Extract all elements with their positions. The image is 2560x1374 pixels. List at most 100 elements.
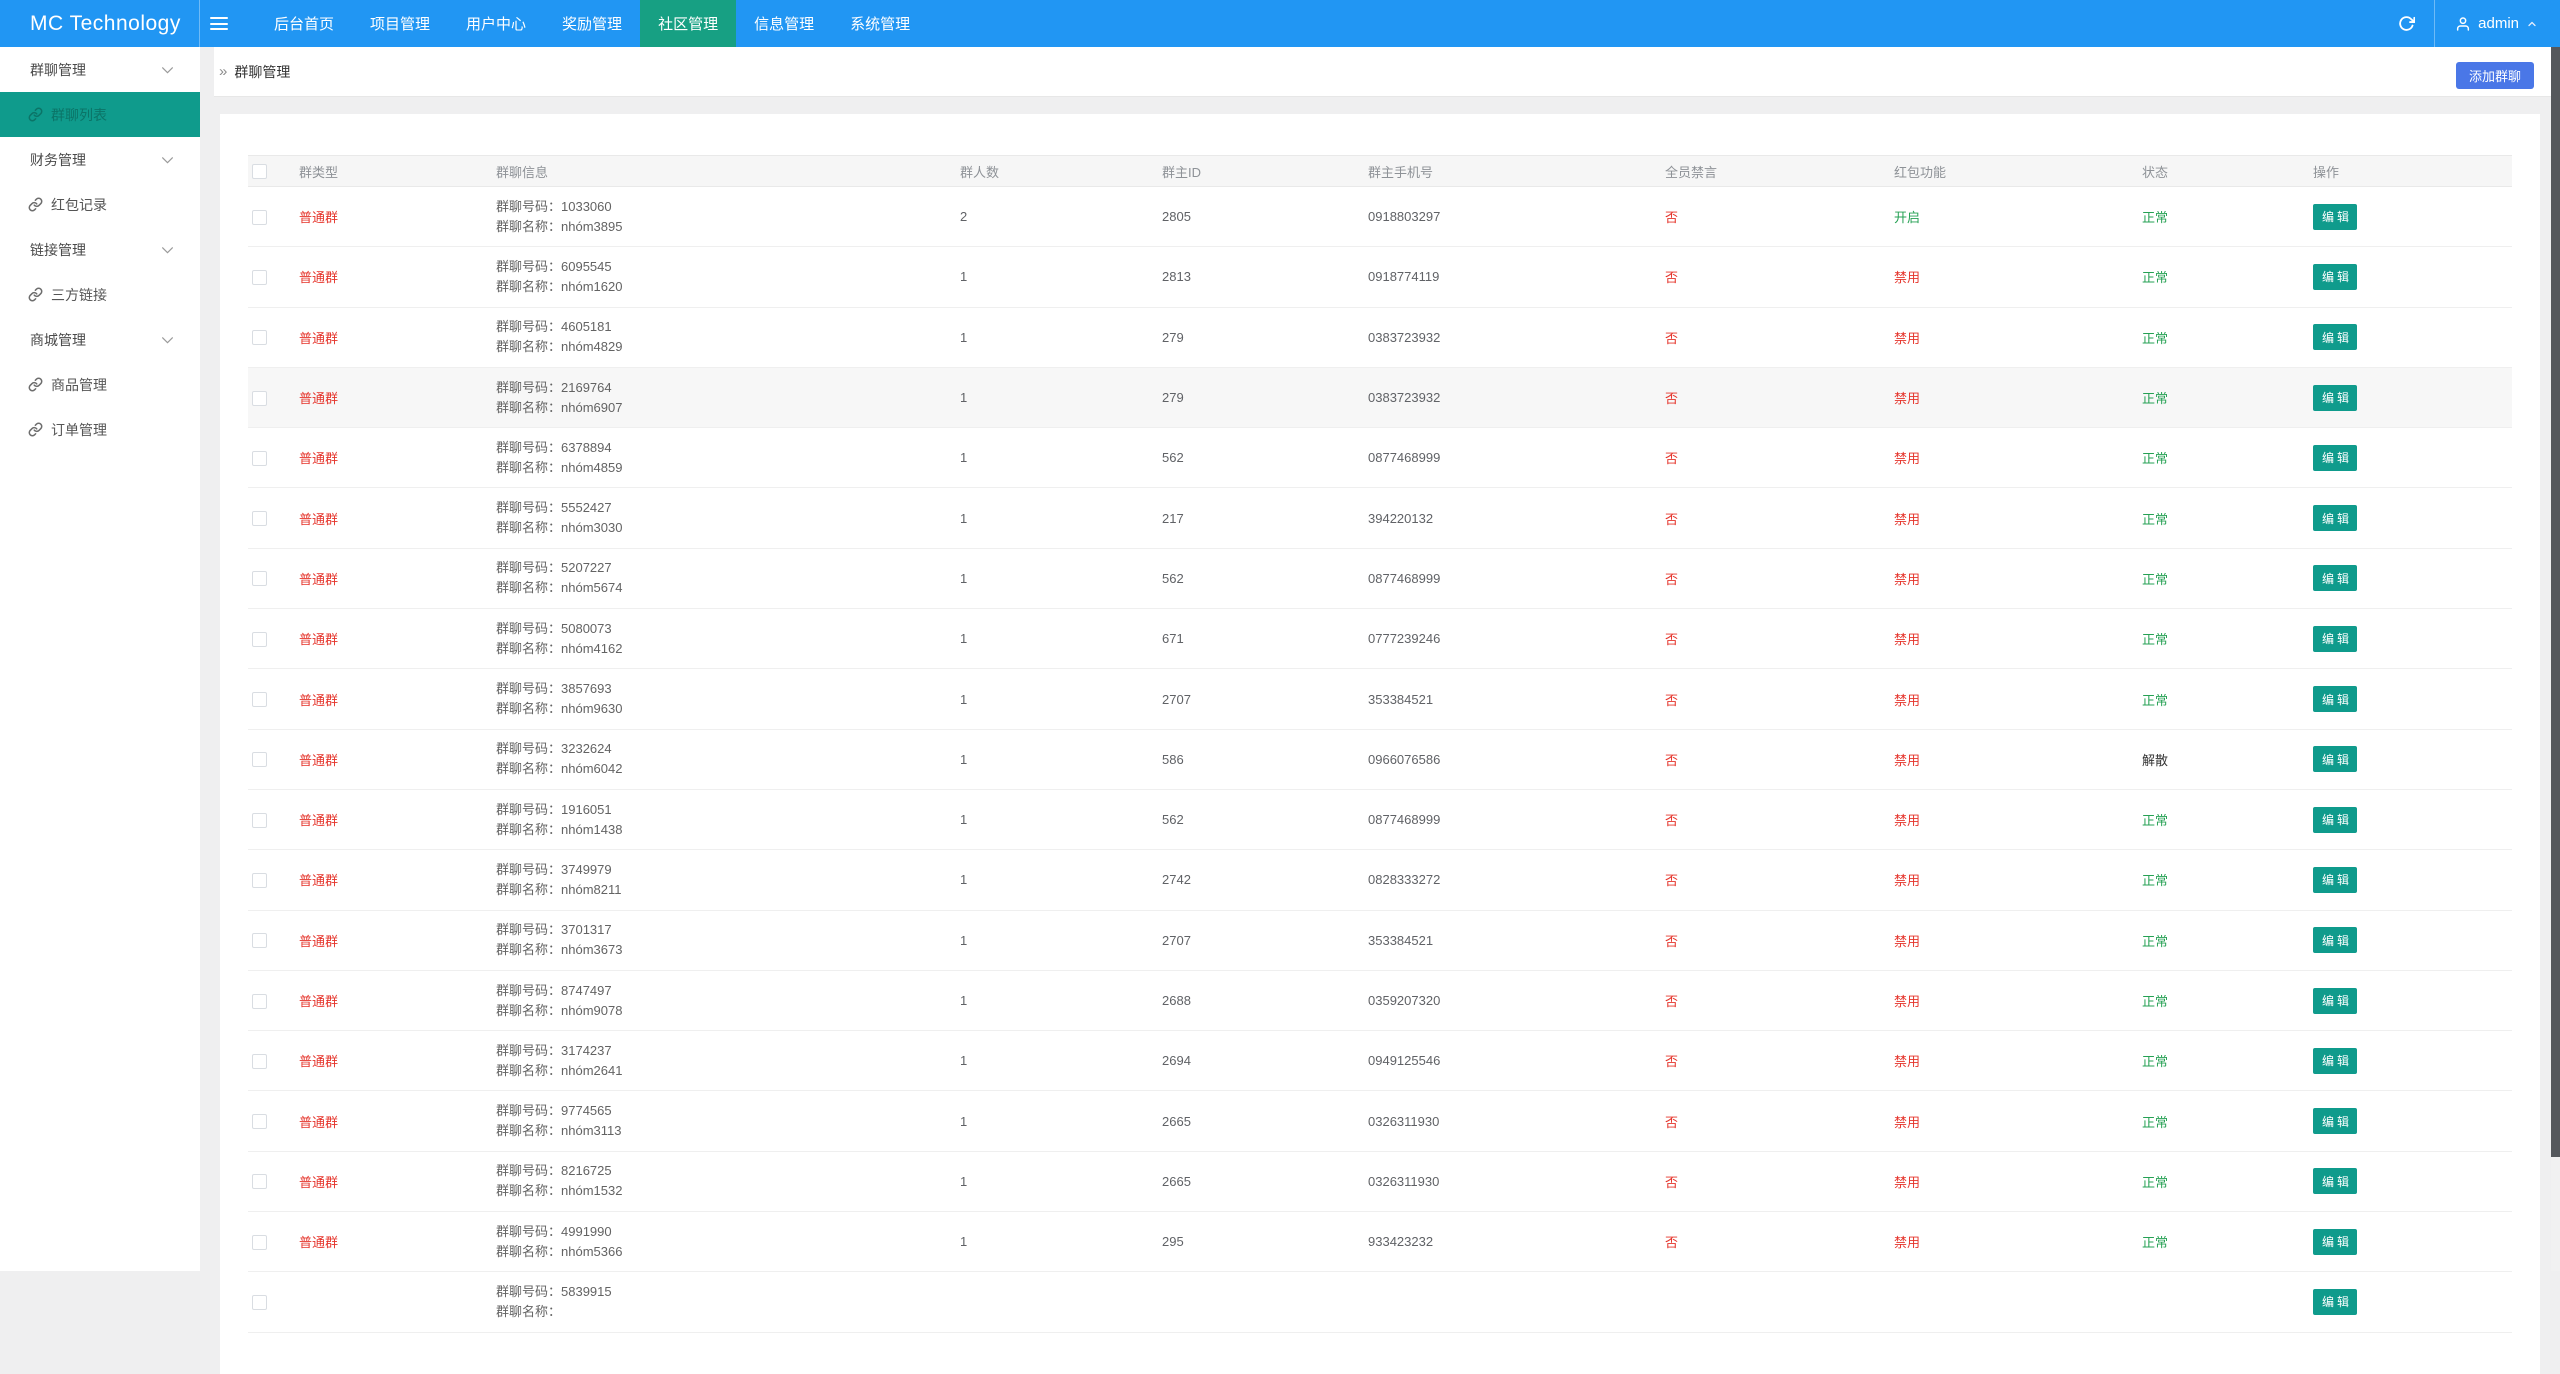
- nav-item-user-center[interactable]: 用户中心: [448, 0, 544, 47]
- sidebar-item-chat-list[interactable]: 群聊列表: [0, 92, 200, 137]
- mute-status: 否: [1665, 692, 1679, 708]
- edit-button[interactable]: 编辑: [2313, 686, 2357, 713]
- group-name: nhóm4162: [561, 640, 623, 656]
- sidebar-item-product-mgmt[interactable]: 商品管理: [0, 362, 200, 407]
- group-type: 普通群: [299, 330, 339, 346]
- edit-button[interactable]: 编辑: [2313, 987, 2357, 1014]
- nav-item-system[interactable]: 系统管理: [832, 0, 928, 47]
- sidebar-group-links[interactable]: 链接管理: [0, 227, 200, 272]
- sidebar-group-chat-mgmt[interactable]: 群聊管理: [0, 47, 200, 92]
- user-menu[interactable]: admin: [2435, 0, 2560, 47]
- row-checkbox[interactable]: [252, 812, 267, 828]
- member-count: 1: [960, 1113, 968, 1129]
- group-info: 群聊号码：3232624 群聊名称：nhóm6042: [496, 739, 960, 779]
- owner-id: 217: [1162, 510, 1184, 526]
- member-count: 1: [960, 812, 968, 828]
- sidebar-group-finance[interactable]: 财务管理: [0, 137, 200, 182]
- owner-phone: 0383723932: [1368, 329, 1441, 345]
- edit-button[interactable]: 编辑: [2313, 1108, 2357, 1135]
- row-checkbox[interactable]: [252, 1295, 267, 1311]
- group-info: 群聊号码：8747497 群聊名称：nhóm9078: [496, 981, 960, 1021]
- edit-button[interactable]: 编辑: [2313, 565, 2357, 592]
- row-checkbox[interactable]: [252, 631, 267, 647]
- edit-button[interactable]: 编辑: [2313, 384, 2357, 411]
- edit-button[interactable]: 编辑: [2313, 866, 2357, 893]
- link-icon: [28, 377, 43, 392]
- row-checkbox[interactable]: [252, 209, 267, 225]
- group-name: nhóm8211: [561, 881, 622, 897]
- group-number: 3232624: [561, 741, 612, 757]
- row-checkbox[interactable]: [252, 692, 267, 708]
- owner-phone: 0966076586: [1368, 751, 1441, 767]
- edit-button[interactable]: 编辑: [2313, 263, 2357, 290]
- sidebar-item-order-mgmt[interactable]: 订单管理: [0, 407, 200, 452]
- row-checkbox[interactable]: [252, 933, 267, 949]
- edit-button[interactable]: 编辑: [2313, 806, 2357, 833]
- sidebar-group-mall[interactable]: 商城管理: [0, 317, 200, 362]
- member-count: 1: [960, 1234, 968, 1250]
- edit-button[interactable]: 编辑: [2313, 1288, 2357, 1315]
- group-name-line: 群聊名称：nhóm3113: [496, 1123, 622, 1139]
- nav-item-dashboard[interactable]: 后台首页: [256, 0, 352, 47]
- row-checkbox[interactable]: [252, 511, 267, 527]
- row-checkbox[interactable]: [252, 993, 267, 1009]
- refresh-button[interactable]: [2378, 0, 2436, 47]
- nav-item-projects[interactable]: 项目管理: [352, 0, 448, 47]
- sidebar-item-redpacket-records[interactable]: 红包记录: [0, 182, 200, 227]
- owner-id: 2665: [1162, 1173, 1191, 1189]
- select-all-checkbox[interactable]: [252, 164, 267, 180]
- row-checkbox[interactable]: [252, 1053, 267, 1069]
- mute-status: 否: [1665, 1235, 1679, 1251]
- mute-status: 否: [1665, 933, 1679, 949]
- edit-button[interactable]: 编辑: [2313, 1228, 2357, 1255]
- owner-phone: 0828333272: [1368, 872, 1441, 888]
- redpacket-status: 禁用: [1894, 391, 1921, 407]
- edit-button[interactable]: 编辑: [2313, 1047, 2357, 1074]
- group-number-line: 群聊号码：8747497: [496, 982, 612, 998]
- vertical-scrollbar-thumb[interactable]: [2551, 47, 2560, 1157]
- group-number-line: 群聊号码：9774565: [496, 1103, 612, 1119]
- edit-button[interactable]: 编辑: [2313, 927, 2357, 954]
- edit-button[interactable]: 编辑: [2313, 746, 2357, 773]
- table-row: 普通群 群聊号码：5080073 群聊名称：nhóm4162 1 671 077…: [248, 609, 2512, 670]
- row-checkbox[interactable]: [252, 450, 267, 466]
- group-name: nhóm6907: [561, 399, 623, 415]
- table-row: 普通群 群聊号码：3232624 群聊名称：nhóm6042 1 586 096…: [248, 729, 2512, 790]
- group-number-line: 群聊号码：3701317: [496, 922, 612, 938]
- hamburger-menu-button[interactable]: [200, 0, 238, 47]
- redpacket-status: 禁用: [1894, 692, 1921, 708]
- edit-button[interactable]: 编辑: [2313, 1168, 2357, 1195]
- nav-item-information[interactable]: 信息管理: [736, 0, 832, 47]
- mute-status: 否: [1665, 1114, 1679, 1130]
- row-checkbox[interactable]: [252, 1234, 267, 1250]
- sidebar-item-thirdparty-links[interactable]: 三方链接: [0, 272, 200, 317]
- group-status: 正常: [2142, 270, 2169, 286]
- edit-button[interactable]: 编辑: [2313, 444, 2357, 471]
- sidebar: 群聊管理 群聊列表 财务管理 红包记录 链接管理 三方链接 商城管理 商品管理 …: [0, 47, 200, 1271]
- owner-id: 279: [1162, 390, 1184, 406]
- nav-item-community[interactable]: 社区管理: [640, 0, 737, 47]
- group-number-line: 群聊号码：1916051: [496, 801, 612, 817]
- group-name: nhóm3895: [561, 218, 623, 234]
- row-checkbox[interactable]: [252, 1114, 267, 1130]
- group-number: 9774565: [561, 1103, 612, 1119]
- row-checkbox[interactable]: [252, 390, 267, 406]
- owner-phone: 0918803297: [1368, 209, 1441, 225]
- col-header-mute: 全员禁言: [1665, 164, 1718, 180]
- group-number: 1916051: [561, 801, 612, 817]
- edit-button[interactable]: 编辑: [2313, 203, 2357, 230]
- edit-button[interactable]: 编辑: [2313, 324, 2357, 351]
- owner-id: 2742: [1162, 872, 1191, 888]
- row-checkbox[interactable]: [252, 571, 267, 587]
- group-name-line: 群聊名称：nhóm6907: [496, 399, 623, 415]
- row-checkbox[interactable]: [252, 330, 267, 346]
- group-name: nhóm3113: [561, 1123, 622, 1139]
- edit-button[interactable]: 编辑: [2313, 505, 2357, 532]
- add-group-button[interactable]: 添加群聊: [2455, 62, 2534, 89]
- row-checkbox[interactable]: [252, 872, 267, 888]
- nav-item-rewards[interactable]: 奖励管理: [544, 0, 640, 47]
- row-checkbox[interactable]: [252, 752, 267, 768]
- edit-button[interactable]: 编辑: [2313, 625, 2357, 652]
- row-checkbox[interactable]: [252, 1174, 267, 1190]
- row-checkbox[interactable]: [252, 269, 267, 285]
